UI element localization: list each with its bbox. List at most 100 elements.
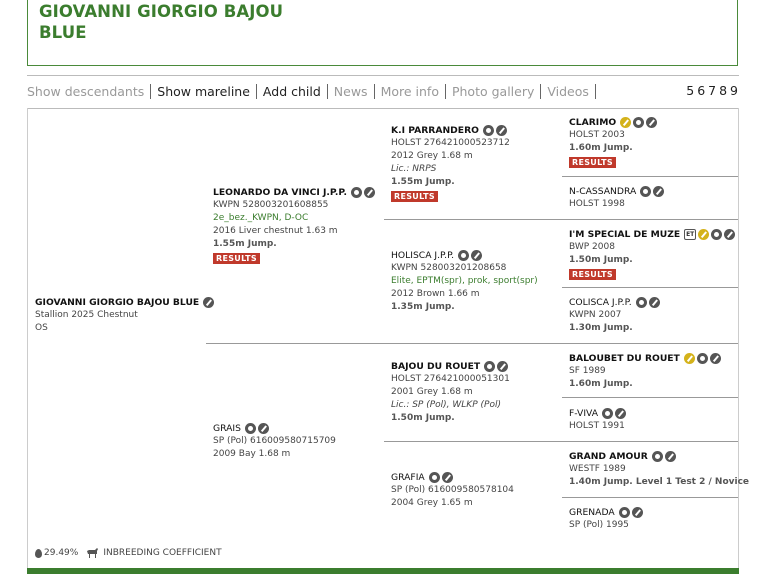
sds-horse: I'M SPECIAL DE MUZE ET BWP 2008 1.50m Jum…: [569, 228, 737, 282]
horse-registration: HOLST 276421000523712: [391, 138, 510, 148]
results-button[interactable]: RESULTS: [391, 191, 438, 202]
pedigree-icon[interactable]: [244, 423, 256, 434]
pedigree-icon[interactable]: [458, 250, 470, 261]
subject-horse: GIOVANNI GIORGIO BAJOU BLUE Stallion 202…: [35, 296, 216, 335]
ddd-horse: GRENADA SP (Pol) 1995: [569, 506, 645, 532]
results-button[interactable]: RESULTS: [569, 269, 616, 280]
pedigree-icon[interactable]: [428, 472, 440, 483]
pedigree-icon[interactable]: [482, 125, 494, 136]
horse-registration: BWP 2008: [569, 242, 615, 252]
edit-icon[interactable]: [648, 297, 660, 308]
edit-icon[interactable]: [441, 472, 453, 483]
sire-horse: LEONARDO DA VINCI J.P.P. KWPN 5280032016…: [213, 186, 377, 266]
dss-horse: BALOUBET DU ROUET SF 1989 1.60m Jump.: [569, 352, 723, 391]
add-child-link[interactable]: Add child: [257, 83, 328, 99]
edit-icon[interactable]: [664, 451, 676, 462]
pedigree-icon[interactable]: [696, 353, 708, 364]
horse-predicates: Elite, EPTM(spr), prok, sport(spr): [391, 276, 538, 286]
generation-9[interactable]: 9: [730, 83, 739, 98]
horse-name[interactable]: GRAIS: [213, 422, 241, 435]
title-box: GIOVANNI GIORGIO BAJOU BLUE: [27, 0, 738, 66]
horse-info: 2012 Brown 1.66 m: [391, 289, 480, 299]
horse-info: 2009 Bay 1.68 m: [213, 449, 291, 459]
horse-licence: Lic.: SP (Pol), WLKP (Pol): [391, 400, 501, 410]
photo-gallery-link[interactable]: Photo gallery: [446, 83, 542, 99]
divider: [206, 343, 738, 344]
gold-edit-icon[interactable]: [620, 117, 632, 128]
horse-name[interactable]: F-VIVA: [569, 407, 598, 420]
horse-performance: 1.50m Jump.: [569, 255, 633, 265]
edit-icon[interactable]: [646, 117, 658, 128]
horse-name[interactable]: N-CASSANDRA: [569, 185, 636, 198]
pedigree-icon[interactable]: [711, 229, 723, 240]
edit-icon[interactable]: [631, 507, 643, 518]
horse-name[interactable]: BALOUBET DU ROUET: [569, 352, 680, 365]
more-info-link[interactable]: More info: [375, 83, 446, 99]
horse-performance: 1.60m Jump.: [569, 379, 633, 389]
edit-icon[interactable]: [471, 250, 483, 261]
pedigree-icon[interactable]: [651, 451, 663, 462]
videos-link[interactable]: Videos: [541, 83, 596, 99]
news-link[interactable]: News: [328, 83, 375, 99]
embryo-transfer-icon: ET: [684, 229, 697, 240]
show-mareline-link[interactable]: Show mareline: [151, 83, 257, 99]
horse-registration: HOLST 276421000051301: [391, 374, 510, 384]
dam-horse: GRAIS SP (Pol) 616009580715709 2009 Bay …: [213, 422, 336, 461]
edit-icon[interactable]: [653, 186, 665, 197]
divider: [384, 441, 738, 442]
horse-name[interactable]: GRENADA: [569, 506, 615, 519]
horse-name[interactable]: GRAND AMOUR: [569, 450, 648, 463]
page-title: GIOVANNI GIORGIO BAJOU BLUE: [39, 2, 284, 42]
dsd-horse: F-VIVA HOLST 1991: [569, 407, 628, 433]
generation-7[interactable]: 7: [708, 83, 717, 98]
gold-edit-icon[interactable]: [683, 353, 695, 364]
horse-name[interactable]: I'M SPECIAL DE MUZE: [569, 228, 680, 241]
horse-name[interactable]: CLARIMO: [569, 116, 616, 129]
horse-name[interactable]: BAJOU DU ROUET: [391, 360, 480, 373]
horse-registration: SP (Pol) 616009580578104: [391, 485, 514, 495]
edit-icon[interactable]: [709, 353, 721, 364]
horse-name[interactable]: K.I PARRANDERO: [391, 124, 479, 137]
edit-icon[interactable]: [495, 125, 507, 136]
gold-edit-icon[interactable]: [698, 229, 710, 240]
pedigree-icon[interactable]: [633, 117, 645, 128]
sire-dam-horse: HOLISCA J.P.P. KWPN 528003201208658 Elit…: [391, 249, 538, 314]
pedigree-icon[interactable]: [618, 507, 630, 518]
generation-5[interactable]: 5: [686, 83, 695, 98]
horse-name[interactable]: HOLISCA J.P.P.: [391, 249, 454, 262]
horse-name[interactable]: GIOVANNI GIORGIO BAJOU BLUE: [35, 296, 199, 309]
generation-6[interactable]: 6: [697, 83, 706, 98]
results-button[interactable]: RESULTS: [569, 157, 616, 168]
edit-icon[interactable]: [203, 297, 215, 308]
edit-icon[interactable]: [724, 229, 736, 240]
pedigree-icon[interactable]: [350, 187, 362, 198]
horse-performance: 1.55m Jump.: [391, 177, 455, 187]
horse-performance: 1.40m Jump. Level 1 Test 2 / Novice: [569, 477, 750, 487]
horse-info: 2016 Liver chestnut 1.63 m: [213, 226, 338, 236]
pedigree-icon[interactable]: [635, 297, 647, 308]
edit-icon[interactable]: [615, 408, 627, 419]
generation-8[interactable]: 8: [719, 83, 728, 98]
inbreeding-footer: 29.49% INBREEDING COEFFICIENT: [35, 548, 222, 558]
pedigree-icon[interactable]: [640, 186, 652, 197]
edit-icon[interactable]: [497, 361, 509, 372]
horse-registration: HOLST 2003: [569, 130, 625, 140]
pedigree-icon[interactable]: [602, 408, 614, 419]
divider: [27, 75, 739, 76]
pedigree-icon[interactable]: [484, 361, 496, 372]
horse-name[interactable]: COLISCA J.P.P.: [569, 296, 632, 309]
horse-registration: KWPN 528003201208658: [391, 263, 507, 273]
results-button[interactable]: RESULTS: [213, 253, 260, 264]
show-descendants-link[interactable]: Show descendants: [27, 83, 152, 99]
action-nav: Show descendants Show mareline Add child…: [27, 82, 596, 100]
horse-registration: KWPN 528003201608855: [213, 200, 329, 210]
edit-icon[interactable]: [363, 187, 375, 198]
horse-name[interactable]: GRAFIA: [391, 471, 425, 484]
edit-icon[interactable]: [257, 423, 269, 434]
dam-dam-horse: GRAFIA SP (Pol) 616009580578104 2004 Gre…: [391, 471, 514, 510]
horse-icon: [87, 548, 99, 558]
dds-horse: GRAND AMOUR WESTF 1989 1.40m Jump. Level…: [569, 450, 749, 489]
divider: [384, 219, 738, 220]
ssd-horse: N-CASSANDRA HOLST 1998: [569, 185, 666, 211]
horse-name[interactable]: LEONARDO DA VINCI J.P.P.: [213, 186, 347, 199]
